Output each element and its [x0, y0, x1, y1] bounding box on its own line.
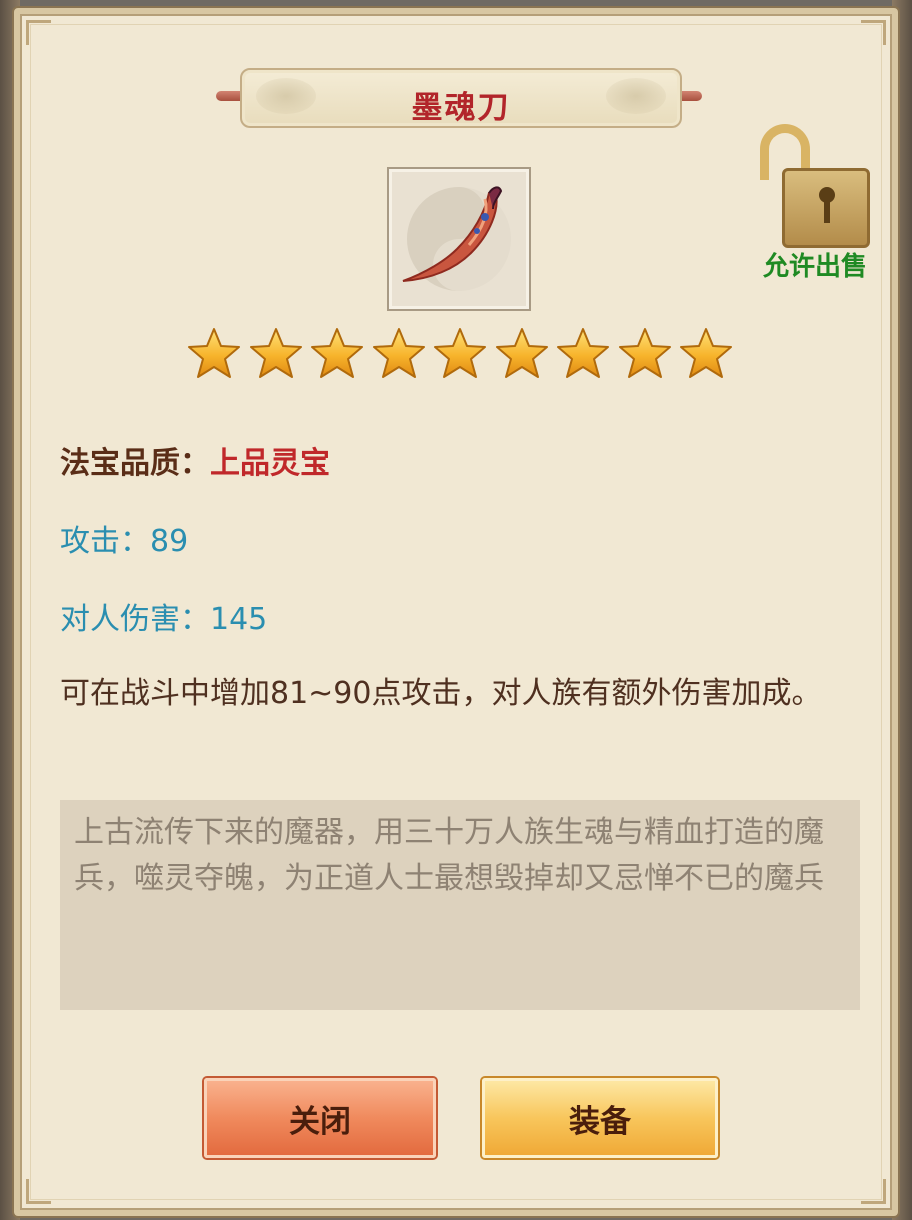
- attack-stat: 攻击：89: [60, 524, 189, 559]
- corner-ornament: [861, 1179, 886, 1204]
- star-icon: [617, 326, 673, 382]
- star-icon: [678, 326, 734, 382]
- sell-label: 允许出售: [762, 252, 867, 282]
- close-button-label: 关闭: [289, 1103, 351, 1140]
- corner-ornament: [26, 20, 51, 45]
- item-icon-frame: [387, 167, 531, 311]
- blade-icon: [402, 186, 511, 291]
- star-icon: [248, 326, 304, 382]
- equip-button-label: 装备: [569, 1103, 631, 1140]
- corner-ornament: [861, 20, 886, 45]
- star-icon: [186, 326, 242, 382]
- item-lore-text: 上古流传下来的魔器，用三十万人族生魂与精血打造的魔兵，噬灵夺魄，为正道人士最想毁…: [74, 815, 824, 896]
- title-scroll: 墨魂刀: [240, 68, 682, 128]
- close-button[interactable]: 关闭: [204, 1078, 436, 1158]
- star-rating: [186, 326, 734, 386]
- star-icon: [555, 326, 611, 382]
- sell-toggle[interactable]: 允许出售: [752, 120, 878, 290]
- damage-vs-human-stat: 对人伤害：145: [60, 602, 268, 637]
- quality-label: 法宝品质：: [60, 446, 210, 481]
- quality-value: 上品灵宝: [210, 446, 330, 481]
- equip-button[interactable]: 装备: [482, 1078, 718, 1158]
- item-effect-description: 可在战斗中增加81~90点攻击，对人族有额外伤害加成。: [60, 676, 822, 711]
- star-icon: [432, 326, 488, 382]
- lore-box: 上古流传下来的魔器，用三十万人族生魂与精血打造的魔兵，噬灵夺魄，为正道人士最想毁…: [60, 800, 860, 1010]
- star-icon: [494, 326, 550, 382]
- star-icon: [371, 326, 427, 382]
- corner-ornament: [26, 1179, 51, 1204]
- quality-row: 法宝品质：上品灵宝: [60, 438, 330, 482]
- item-name: 墨魂刀: [411, 90, 511, 126]
- star-icon: [309, 326, 365, 382]
- title-banner: 墨魂刀: [216, 64, 702, 128]
